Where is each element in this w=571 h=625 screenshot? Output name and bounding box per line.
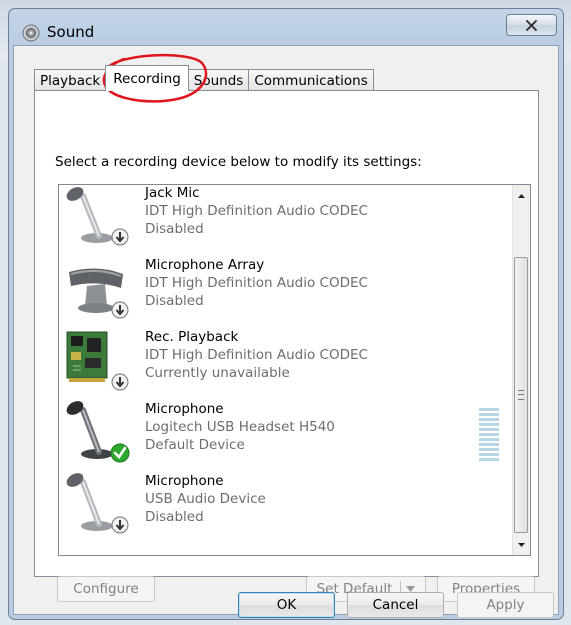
device-name: Microphone <box>145 473 224 489</box>
tab-strip: Playback Recording Sounds Communications <box>34 65 374 91</box>
recording-tab-panel: Select a recording device below to modif… <box>34 90 539 602</box>
cancel-button[interactable]: Cancel <box>347 592 444 618</box>
window-title: Sound <box>47 23 95 41</box>
close-button[interactable] <box>506 14 557 36</box>
recording-device-list[interactable]: Jack Mic IDT High Definition Audio CODEC… <box>58 184 531 556</box>
device-status: Disabled <box>145 293 204 309</box>
speaker-icon <box>22 24 40 42</box>
device-item-microphone-array[interactable]: Microphone Array IDT High Definition Aud… <box>59 250 514 322</box>
device-name: Jack Mic <box>145 185 200 201</box>
device-item-rec-playback[interactable]: Rec. Playback IDT High Definition Audio … <box>59 322 514 394</box>
close-icon <box>526 19 537 31</box>
arrow-down-icon <box>518 542 525 547</box>
device-status: Disabled <box>145 221 204 237</box>
apply-button[interactable]: Apply <box>457 592 554 618</box>
device-text: Microphone Array IDT High Definition Aud… <box>145 256 368 310</box>
device-list-scrollbar[interactable] <box>512 185 530 555</box>
device-status: Default Device <box>145 437 245 453</box>
device-item-microphone-usb[interactable]: Microphone USB Audio Device Disabled <box>59 466 514 538</box>
sound-dialog: Sound Playback Recording Sounds Communic… <box>8 8 564 620</box>
device-text: Microphone USB Audio Device Disabled <box>145 472 266 526</box>
device-driver: IDT High Definition Audio CODEC <box>145 275 368 291</box>
microphone-stand-icon <box>66 401 130 463</box>
microphone-stand-icon <box>66 187 129 246</box>
device-item-jack-mic[interactable]: Jack Mic IDT High Definition Audio CODEC… <box>59 185 514 250</box>
tab-communications[interactable]: Communications <box>248 69 374 91</box>
device-text: Rec. Playback IDT High Definition Audio … <box>145 328 368 382</box>
device-driver: USB Audio Device <box>145 491 266 507</box>
ok-button[interactable]: OK <box>238 592 335 618</box>
scroll-grip-icon <box>518 390 524 400</box>
tab-recording[interactable]: Recording <box>105 65 189 91</box>
device-item-microphone-logitech[interactable]: Microphone Logitech USB Headset H540 Def… <box>59 394 514 466</box>
device-driver: IDT High Definition Audio CODEC <box>145 203 368 219</box>
device-driver: IDT High Definition Audio CODEC <box>145 347 368 363</box>
device-name: Microphone Array <box>145 257 265 273</box>
device-text: Jack Mic IDT High Definition Audio CODEC… <box>145 185 368 238</box>
sound-card-icon <box>66 331 129 391</box>
device-text: Microphone Logitech USB Headset H540 Def… <box>145 400 335 454</box>
input-level-meter <box>479 408 499 461</box>
device-status: Disabled <box>145 509 204 525</box>
tab-playback[interactable]: Playback <box>34 69 107 91</box>
device-name: Microphone <box>145 401 224 417</box>
tab-sounds[interactable]: Sounds <box>187 69 250 91</box>
microphone-stand-icon <box>66 473 129 534</box>
scroll-down-button[interactable] <box>513 536 530 553</box>
instruction-label: Select a recording device below to modif… <box>55 154 422 170</box>
device-name: Rec. Playback <box>145 329 239 345</box>
scroll-thumb[interactable] <box>514 257 528 533</box>
arrow-up-icon <box>518 193 525 198</box>
device-status: Currently unavailable <box>145 365 290 381</box>
dialog-client-area: Playback Recording Sounds Communications… <box>13 45 559 618</box>
device-driver: Logitech USB Headset H540 <box>145 419 335 435</box>
configure-button[interactable]: Configure <box>57 576 155 602</box>
scroll-up-button[interactable] <box>513 187 530 204</box>
microphone-array-icon <box>69 268 129 319</box>
